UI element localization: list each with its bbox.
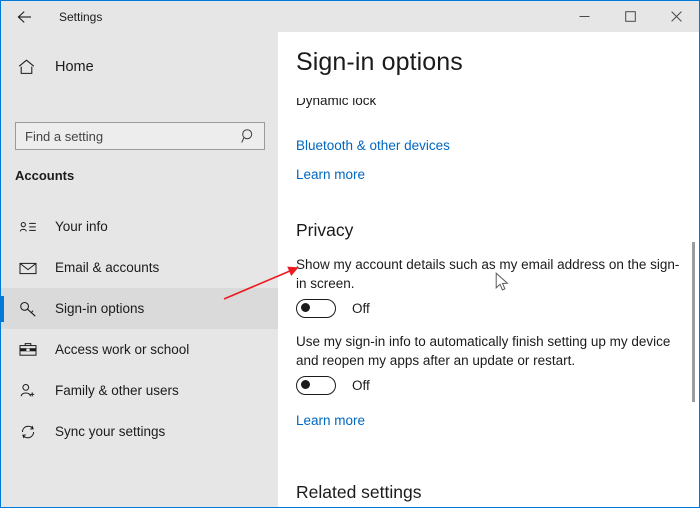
sidebar-item-label: Family & other users [55,383,179,398]
toggle-state-label: Off [352,378,370,393]
privacy-setting-2-description: Use my sign-in info to automatically fin… [296,334,671,369]
search-input[interactable] [16,123,231,149]
back-arrow-icon[interactable] [1,1,47,32]
use-sign-in-info-toggle[interactable] [296,376,336,395]
page-title: Sign-in options [296,48,463,76]
sidebar: Home Accounts [1,32,278,507]
person-add-icon [13,383,43,398]
content-scrollbar[interactable] [688,32,699,507]
briefcase-icon [13,342,43,357]
sidebar-group-label: Accounts [15,168,75,183]
home-icon [7,59,45,75]
sidebar-item-label: Your info [55,219,108,234]
window-title: Settings [59,9,103,24]
sidebar-item-family-other-users[interactable]: Family & other users [1,370,278,411]
sidebar-item-label: Sign-in options [55,301,145,316]
search-icon[interactable] [241,128,256,149]
toggle-state-label: Off [352,301,370,316]
sync-icon [13,424,43,440]
link-learn-more-top[interactable]: Learn more [296,167,365,182]
sidebar-item-label: Sync your settings [55,424,166,439]
privacy-setting-1-toggle-row: Off [296,299,370,318]
sidebar-item-access-work-school[interactable]: Access work or school [1,329,278,370]
content-pane: Sign-in options Dynamic lock Bluetooth &… [278,32,699,507]
maximize-icon[interactable] [607,1,653,32]
sidebar-item-sign-in-options[interactable]: Sign-in options [1,288,278,329]
selection-indicator [1,296,4,322]
title-bar-left: Settings [1,1,103,32]
key-icon [13,301,43,317]
link-bluetooth-other-devices[interactable]: Bluetooth & other devices [296,138,450,153]
sidebar-item-home[interactable]: Home [1,50,278,84]
settings-window: Settings Home Find a setting Accounts Yo… [0,0,700,508]
sidebar-item-sync-your-settings[interactable]: Sync your settings [1,411,278,452]
contact-card-icon [13,220,43,234]
privacy-setting-2-toggle-row: Off [296,376,370,395]
sidebar-item-label: Access work or school [55,342,190,357]
scrollbar-thumb[interactable] [692,242,695,402]
sidebar-nav-list: Your info Email & accounts Sign-in optio… [1,206,278,452]
related-settings-heading: Related settings [296,482,422,502]
privacy-section-heading: Privacy [296,220,354,240]
title-bar-drag-area[interactable] [102,1,561,32]
envelope-icon [13,261,43,275]
show-account-details-toggle[interactable] [296,299,336,318]
search-container [15,122,265,150]
link-learn-more-privacy[interactable]: Learn more [296,413,365,428]
scrolled-clipped-text: Dynamic lock [296,98,377,108]
privacy-setting-1-description: Show my account details such as my email… [296,257,680,292]
sidebar-home-label: Home [55,59,94,75]
title-bar: Settings [1,1,699,32]
window-controls [561,1,699,32]
toggle-knob [301,380,310,390]
minimize-icon[interactable] [561,1,607,32]
sidebar-item-your-info[interactable]: Your info [1,206,278,247]
toggle-knob [301,303,310,313]
search-box[interactable] [15,122,265,150]
sidebar-item-label: Email & accounts [55,260,160,275]
sidebar-item-email-accounts[interactable]: Email & accounts [1,247,278,288]
close-icon[interactable] [653,1,699,32]
